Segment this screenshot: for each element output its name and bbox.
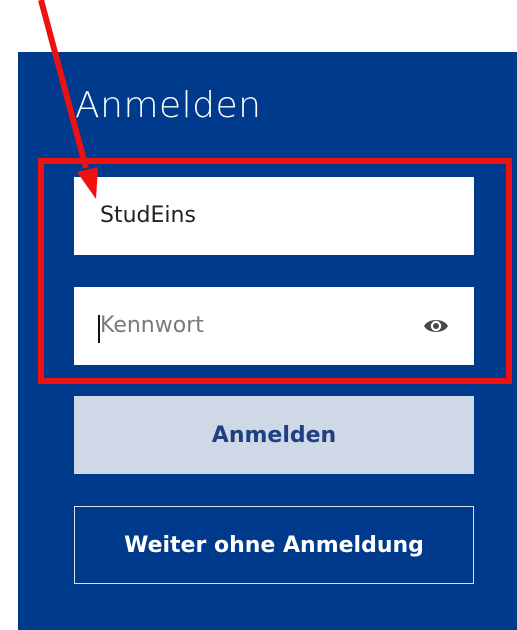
username-field[interactable]: StudEins xyxy=(74,177,474,255)
password-placeholder: Kennwort xyxy=(100,313,204,338)
password-field[interactable]: Kennwort xyxy=(74,287,474,365)
page: Anmelden StudEins Kennwort Anmelden Weit… xyxy=(0,0,517,630)
eye-icon[interactable] xyxy=(422,314,450,338)
username-value: StudEins xyxy=(100,203,196,228)
login-title: Anmelden xyxy=(75,85,262,126)
login-button[interactable]: Anmelden xyxy=(74,396,474,474)
continue-without-login-button[interactable]: Weiter ohne Anmeldung xyxy=(74,506,474,584)
